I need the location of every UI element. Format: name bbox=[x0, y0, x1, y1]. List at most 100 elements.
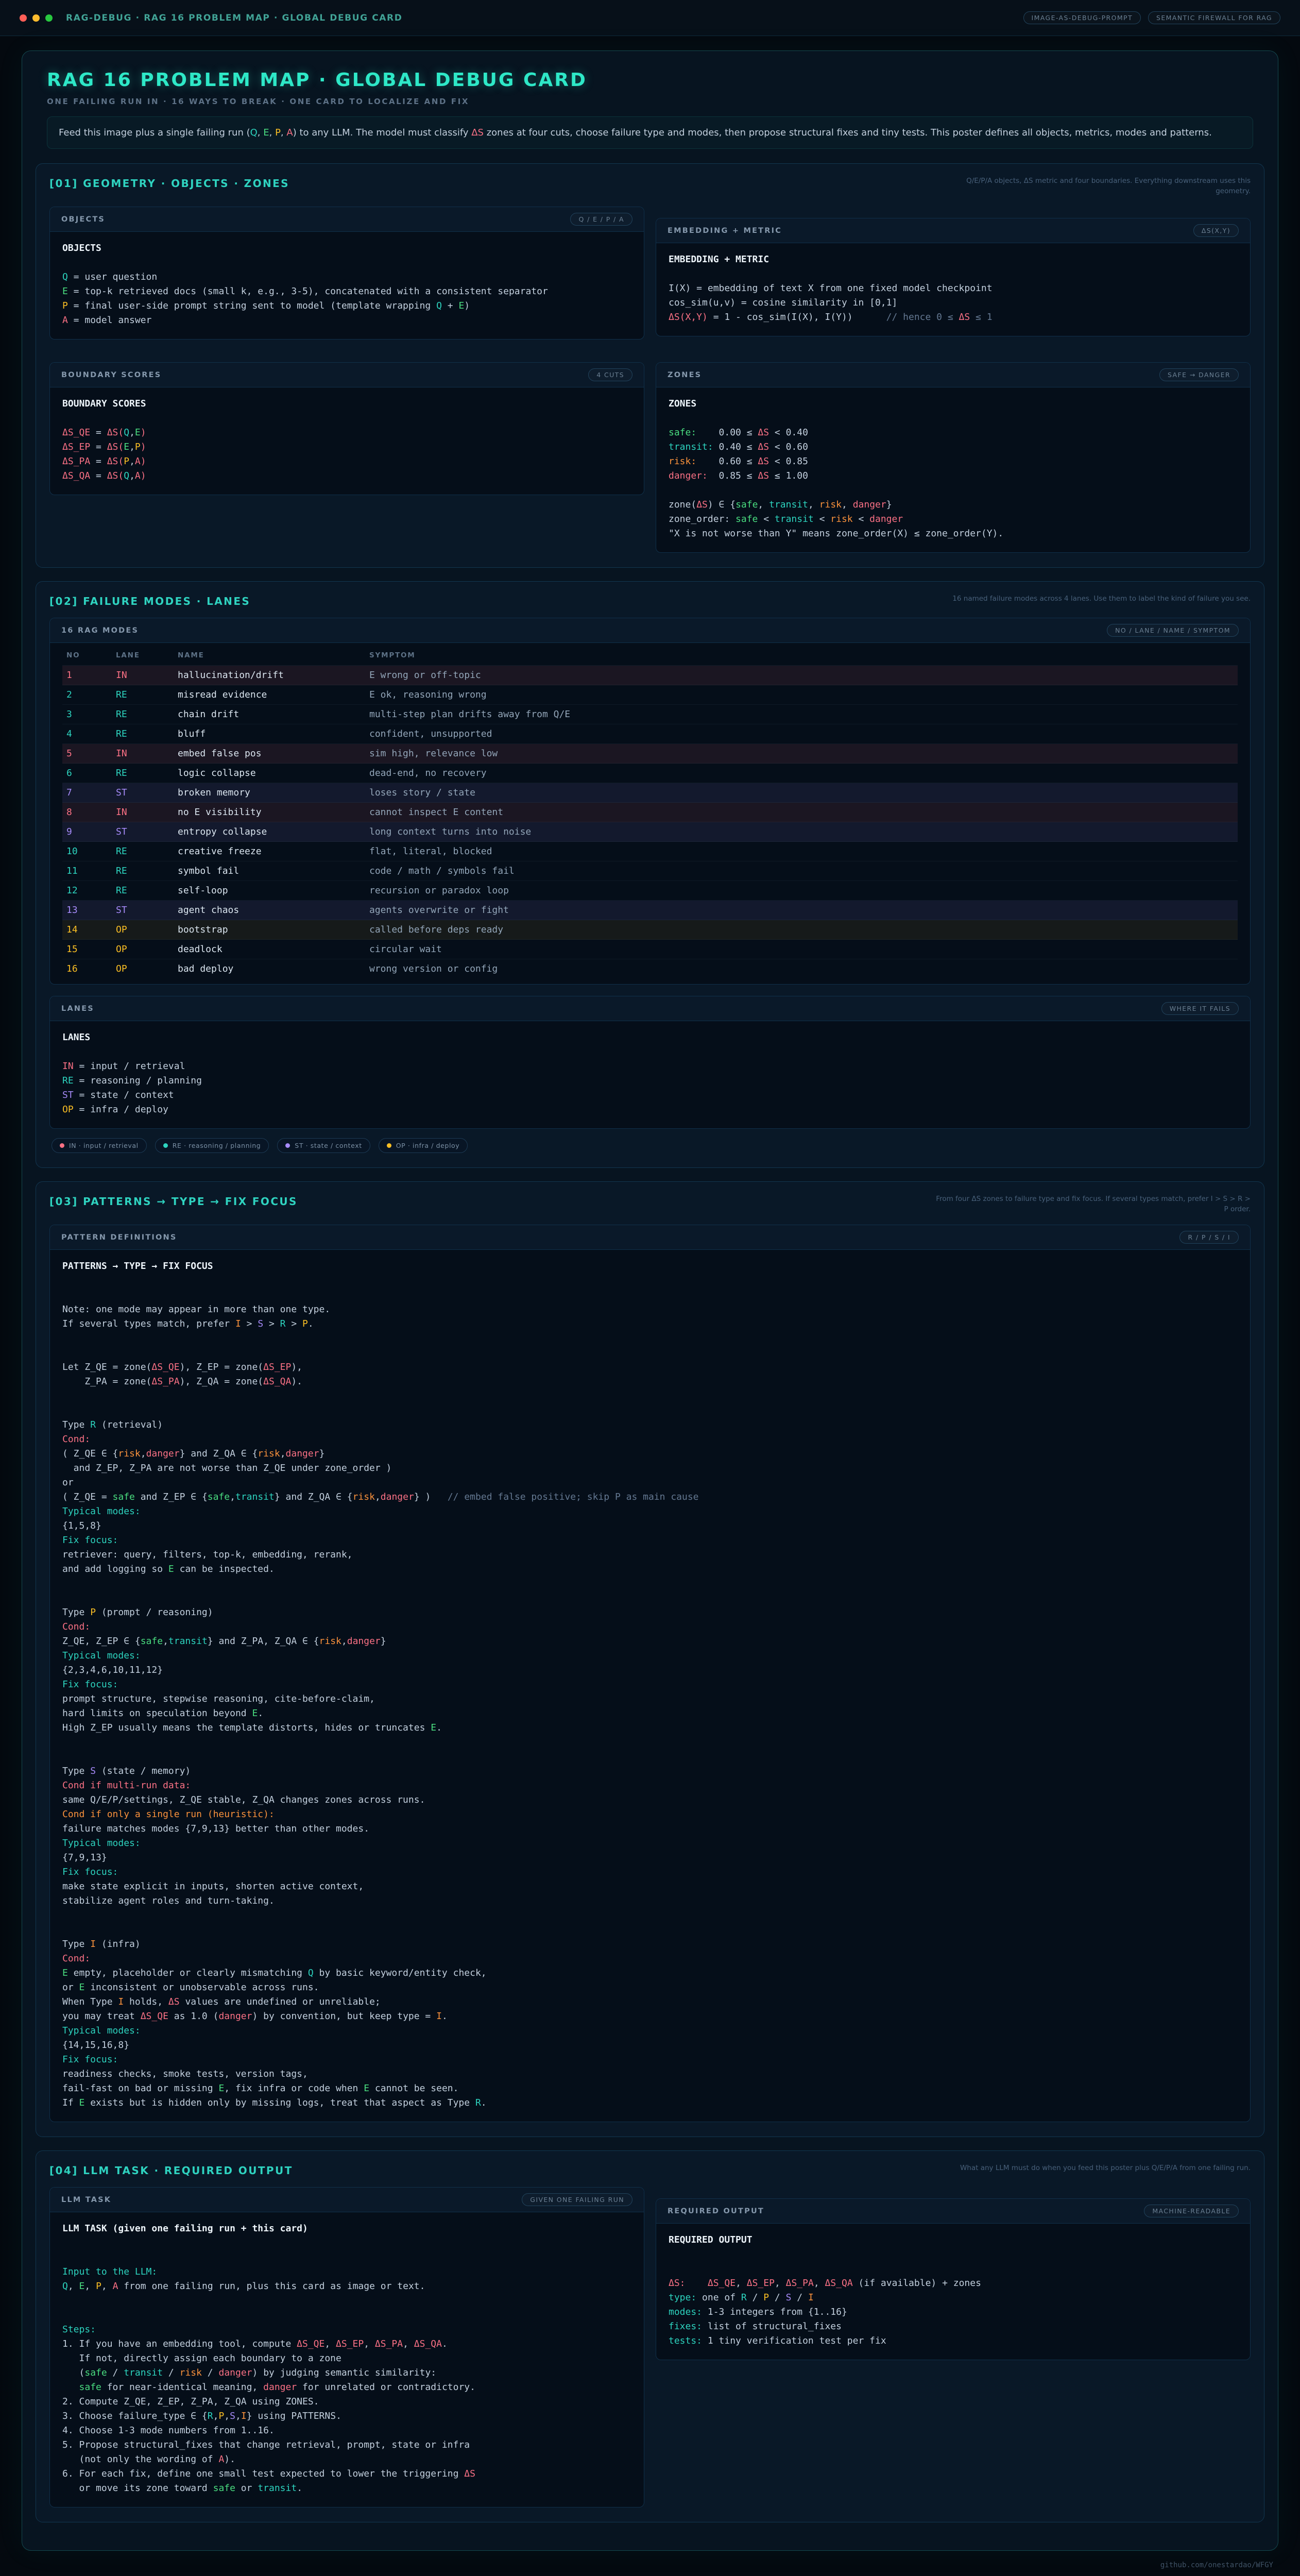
topbar: RAG-DEBUG · RAG 16 PROBLEM MAP · GLOBAL … bbox=[0, 0, 1300, 36]
table-row: 16OPbad deploywrong version or config bbox=[62, 959, 1238, 979]
panel-lanes: LANES WHERE IT FAILS LANES IN = input / … bbox=[49, 996, 1251, 1129]
cell-no: 11 bbox=[66, 864, 116, 878]
code-line bbox=[62, 1288, 1238, 1302]
code-line: and Z_EP, Z_PA are not worse than Z_QE u… bbox=[62, 1461, 1238, 1476]
panel-badge: Q / E / P / A bbox=[570, 213, 632, 226]
lane-chip: IN · input / retrieval bbox=[52, 1138, 147, 1153]
lane-chip-label: IN · input / retrieval bbox=[69, 1142, 139, 1149]
code-line bbox=[62, 1591, 1238, 1605]
code-line: danger: 0.85 ≤ ΔS ≤ 1.00 bbox=[669, 469, 1238, 483]
cell-symptom: circular wait bbox=[369, 942, 1234, 957]
section-title: [03] PATTERNS → TYPE → FIX FOCUS bbox=[49, 1194, 298, 1208]
section-failure-modes: [02] FAILURE MODES · LANES 16 named fail… bbox=[36, 581, 1264, 1168]
code-line bbox=[62, 1750, 1238, 1764]
cell-symptom: multi-step plan drifts away from Q/E bbox=[369, 707, 1234, 722]
code-line: safe for near-identical meaning, danger … bbox=[62, 2380, 631, 2395]
window-close-button[interactable] bbox=[20, 14, 27, 22]
section-title: [04] LLM TASK · REQUIRED OUTPUT bbox=[49, 2163, 293, 2177]
cell-no: 1 bbox=[66, 668, 116, 683]
code-line: Cond if multi-run data: bbox=[62, 1778, 1238, 1793]
panel-boundary-scores: BOUNDARY SCORES 4 CUTS BOUNDARY SCORES Δ… bbox=[49, 362, 644, 495]
section-patterns: [03] PATTERNS → TYPE → FIX FOCUS From fo… bbox=[36, 1181, 1264, 2137]
code-line: High Z_EP usually means the template dis… bbox=[62, 1721, 1238, 1735]
window-zoom-button[interactable] bbox=[45, 14, 53, 22]
cell-no: 12 bbox=[66, 884, 116, 898]
code-line: IN = input / retrieval bbox=[62, 1059, 1238, 1074]
cell-name: deadlock bbox=[178, 942, 369, 957]
code-line bbox=[669, 411, 1238, 426]
lane-chip-label: OP · infra / deploy bbox=[396, 1142, 460, 1149]
code-line bbox=[62, 1274, 1238, 1288]
code-line bbox=[62, 411, 631, 426]
code-line: Q, E, P, A from one failing run, plus th… bbox=[62, 2279, 631, 2294]
code-line: cos_sim(u,v) = cosine similarity in [0,1… bbox=[669, 296, 1238, 310]
cell-name: entropy collapse bbox=[178, 825, 369, 839]
table-row: 9STentropy collapselong context turns in… bbox=[62, 822, 1238, 842]
window-minimize-button[interactable] bbox=[32, 14, 40, 22]
code-line: REQUIRED OUTPUT bbox=[669, 2233, 1238, 2247]
code-line: Typical modes: bbox=[62, 2024, 1238, 2038]
page-subtitle: ONE FAILING RUN IN · 16 WAYS TO BREAK · … bbox=[47, 97, 1253, 106]
page-intro: Feed this image plus a single failing ru… bbox=[47, 116, 1253, 149]
code-line: BOUNDARY SCORES bbox=[62, 397, 631, 411]
code-line: Fix focus: bbox=[62, 1533, 1238, 1548]
table-header-row: NO LANE NAME SYMPTOM bbox=[62, 645, 1238, 666]
code-line: Typical modes: bbox=[62, 1649, 1238, 1663]
cell-no: 10 bbox=[66, 844, 116, 859]
cell-symptom: long context turns into noise bbox=[369, 825, 1234, 839]
code-line: If not, directly assign each boundary to… bbox=[62, 2351, 631, 2366]
panel-label: LLM TASK bbox=[61, 2196, 111, 2204]
code-line: {2,3,4,6,10,11,12} bbox=[62, 1663, 1238, 1677]
badge-image-as-debug-prompt: IMAGE-AS-DEBUG-PROMPT bbox=[1023, 11, 1141, 24]
code-line bbox=[669, 2262, 1238, 2276]
code-line: failure matches modes {7,9,13} better th… bbox=[62, 1822, 1238, 1836]
lane-chip: ST · state / context bbox=[277, 1138, 370, 1153]
code-line: Cond if only a single run (heuristic): bbox=[62, 1807, 1238, 1822]
section-llm-task: [04] LLM TASK · REQUIRED OUTPUT What any… bbox=[36, 2150, 1264, 2522]
code-line: Type R (retrieval) bbox=[62, 1418, 1238, 1432]
panel-badge: 4 CUTS bbox=[588, 368, 632, 381]
lane-chip: RE · reasoning / planning bbox=[155, 1138, 269, 1153]
code-line: Typical modes: bbox=[62, 1836, 1238, 1851]
cell-no: 5 bbox=[66, 747, 116, 761]
code-line: Type P (prompt / reasoning) bbox=[62, 1605, 1238, 1620]
table-row: 13STagent chaosagents overwrite or fight bbox=[62, 901, 1238, 920]
code-line bbox=[62, 2308, 631, 2323]
section-header: [01] GEOMETRY · OBJECTS · ZONES Q/E/P/A … bbox=[49, 176, 1251, 196]
code-line: If several types match, prefer I > S > R… bbox=[62, 1317, 1238, 1331]
code-line: ZONES bbox=[669, 397, 1238, 411]
panel-header: ZONES SAFE → DANGER bbox=[656, 363, 1250, 387]
table-row: 3REchain driftmulti-step plan drifts awa… bbox=[62, 705, 1238, 724]
code-line: stabilize agent roles and turn-taking. bbox=[62, 1894, 1238, 1908]
zones-code-block: ZONES safe: 0.00 ≤ ΔS < 0.40transit: 0.4… bbox=[656, 387, 1250, 552]
code-line bbox=[62, 1923, 1238, 1937]
cell-lane: RE bbox=[116, 688, 178, 702]
cell-lane: RE bbox=[116, 707, 178, 722]
cell-name: misread evidence bbox=[178, 688, 369, 702]
code-line: ST = state / context bbox=[62, 1088, 1238, 1103]
cell-symptom: dead-end, no recovery bbox=[369, 766, 1234, 781]
code-line bbox=[62, 1389, 1238, 1403]
cell-no: 3 bbox=[66, 707, 116, 722]
cell-lane: RE bbox=[116, 727, 178, 741]
code-line: 6. For each fix, define one small test e… bbox=[62, 2467, 631, 2481]
column-header-lane: LANE bbox=[116, 648, 178, 663]
code-line: (not only the wording of A). bbox=[62, 2452, 631, 2467]
cell-no: 8 bbox=[66, 805, 116, 820]
code-line bbox=[669, 267, 1238, 281]
code-line: Input to the LLM: bbox=[62, 2265, 631, 2279]
code-line: OBJECTS bbox=[62, 241, 631, 256]
code-line bbox=[62, 256, 631, 270]
column-header-name: NAME bbox=[178, 648, 369, 663]
panel-header: LANES WHERE IT FAILS bbox=[50, 996, 1250, 1021]
code-line: type: one of R / P / S / I bbox=[669, 2291, 1238, 2305]
code-line: LLM TASK (given one failing run + this c… bbox=[62, 2222, 631, 2236]
cell-symptom: recursion or paradox loop bbox=[369, 884, 1234, 898]
code-line bbox=[62, 1331, 1238, 1346]
card-header: RAG 16 PROBLEM MAP · GLOBAL DEBUG CARD O… bbox=[36, 70, 1264, 163]
code-line: E = top-k retrieved docs (small k, e.g.,… bbox=[62, 284, 631, 299]
modes-table: NO LANE NAME SYMPTOM 1INhallucination/dr… bbox=[50, 643, 1250, 984]
panel-label: EMBEDDING + METRIC bbox=[668, 227, 782, 235]
code-line: E empty, placeholder or clearly mismatch… bbox=[62, 1966, 1238, 1980]
cell-name: symbol fail bbox=[178, 864, 369, 878]
